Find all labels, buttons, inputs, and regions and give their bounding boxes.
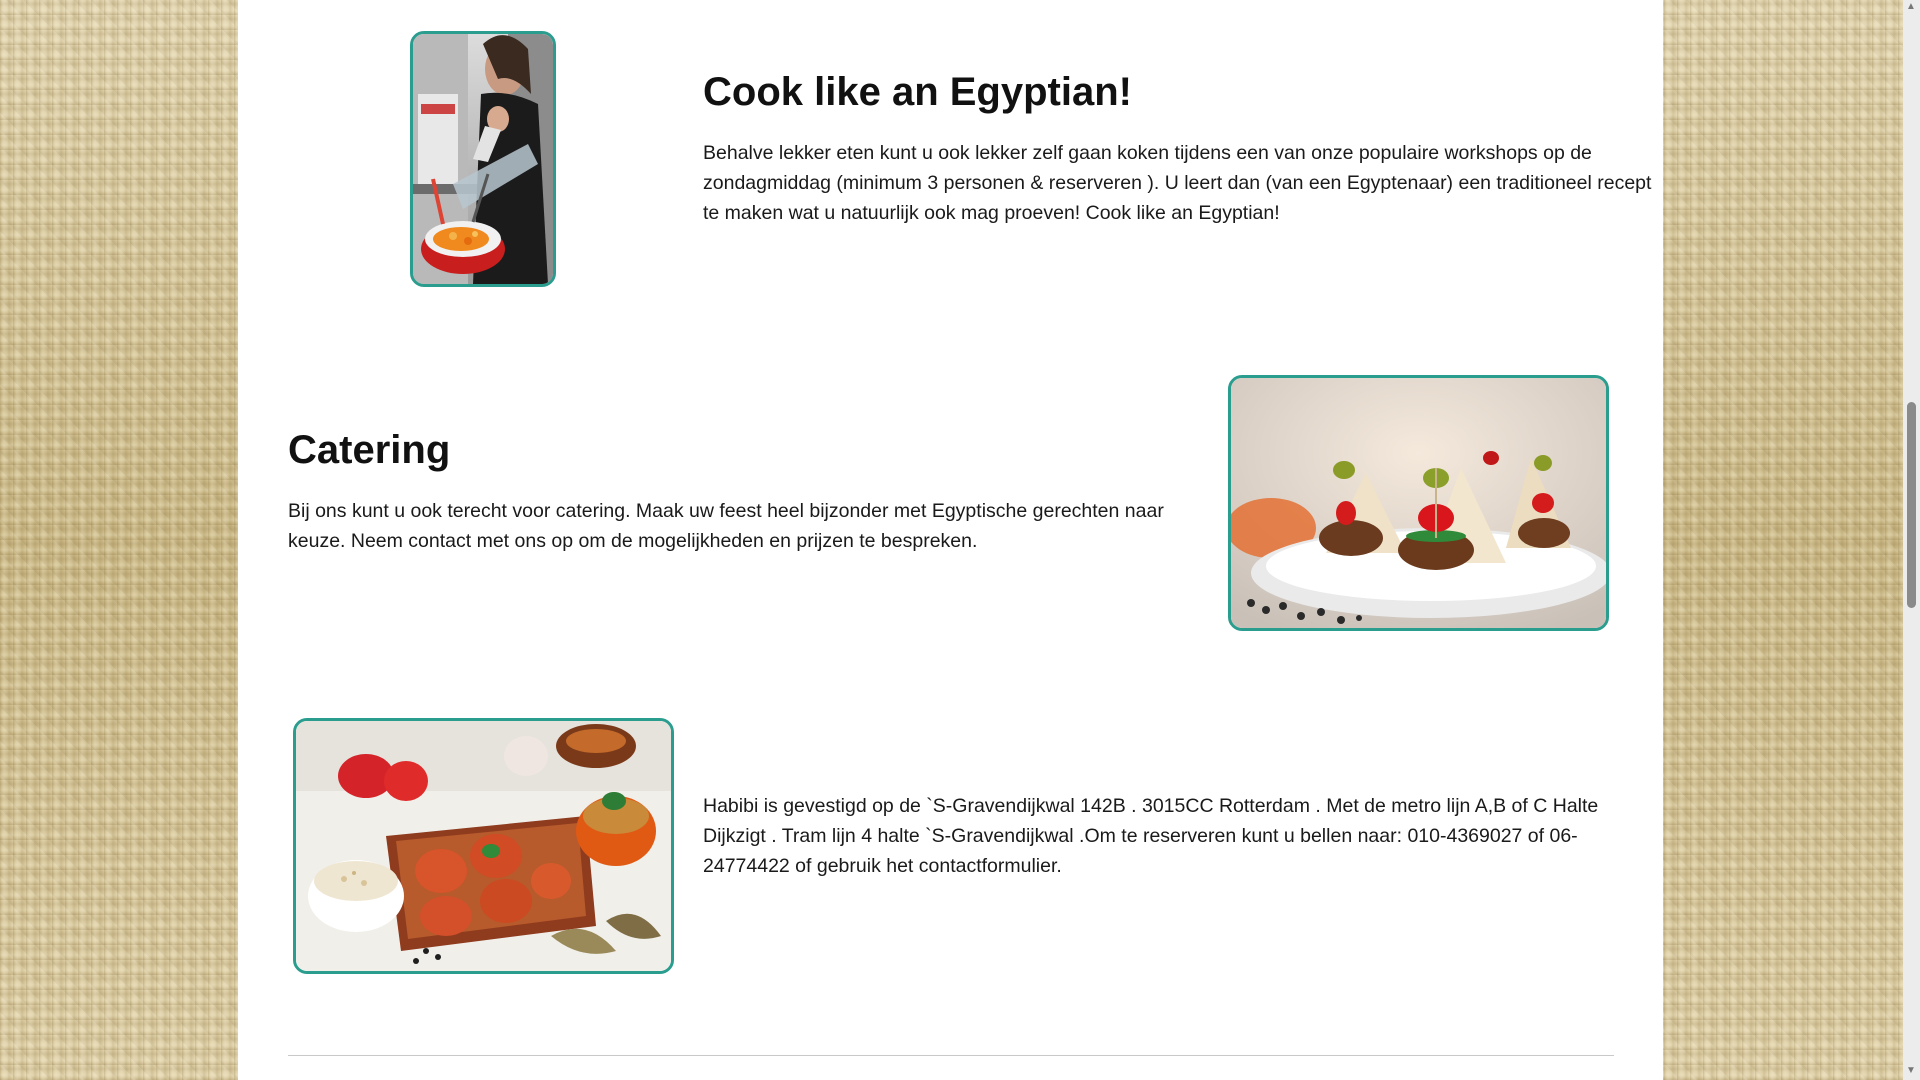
- vertical-scrollbar[interactable]: ▲ ▼: [1903, 0, 1920, 1080]
- section-text-catering: Bij ons kunt u ook terecht voor catering…: [288, 500, 1164, 552]
- cooking-workshop-image: [413, 34, 553, 284]
- egyptian-dishes-image: [296, 721, 671, 971]
- section-title-catering: Catering: [288, 428, 451, 472]
- cooking-workshop-photo: [410, 31, 556, 287]
- scroll-up-arrow-icon[interactable]: ▲: [1906, 2, 1916, 12]
- scroll-down-arrow-icon[interactable]: ▼: [1906, 1066, 1916, 1076]
- section-text-location: Habibi is gevestigd op de `S-Gravendijkw…: [703, 795, 1599, 877]
- content-page: Cook like an Egyptian! Behalve lekker et…: [238, 0, 1663, 1080]
- section-text-cook-like-an-egyptian: Behalve lekker eten kunt u ook lekker ze…: [703, 142, 1652, 224]
- catering-appetizers-photo: [1228, 375, 1609, 631]
- egyptian-dishes-photo: [293, 718, 674, 974]
- section-title-cook-like-an-egyptian: Cook like an Egyptian!: [703, 70, 1132, 114]
- section-divider: [288, 1055, 1614, 1056]
- scrollbar-thumb[interactable]: [1907, 402, 1916, 608]
- catering-appetizers-image: [1231, 378, 1606, 628]
